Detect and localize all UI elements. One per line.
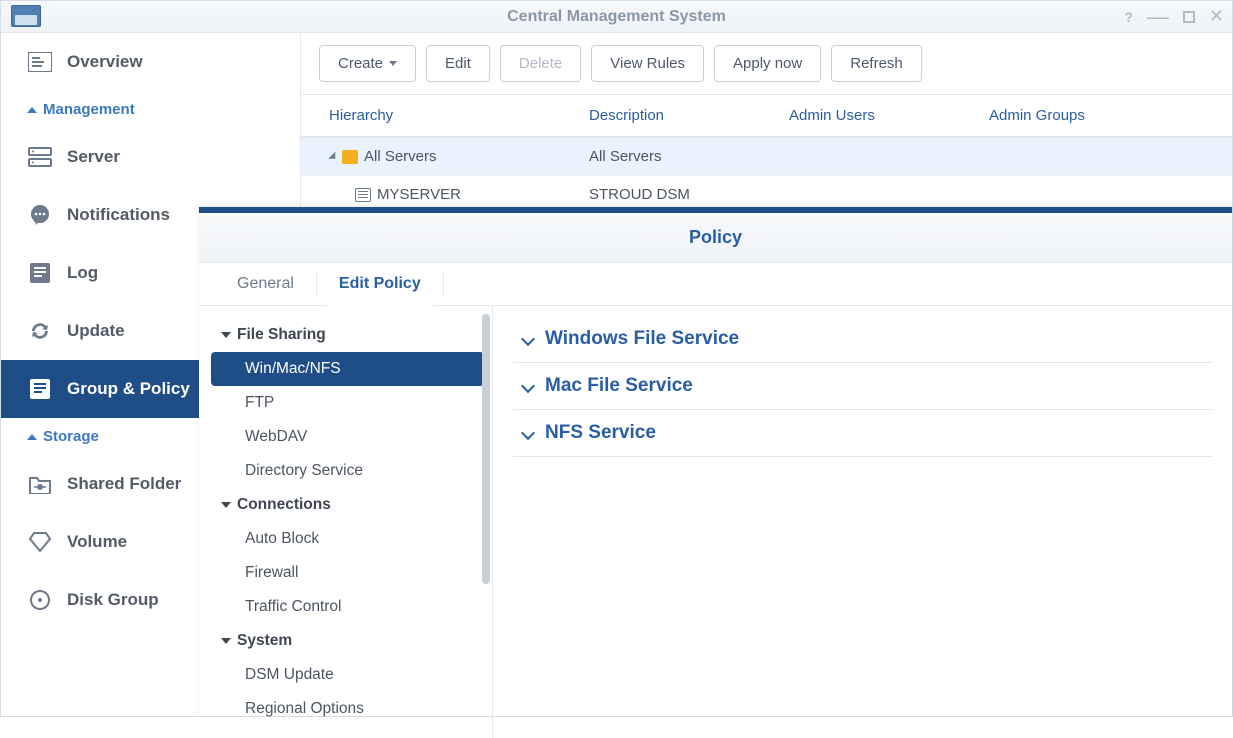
close-icon[interactable]: ✕ bbox=[1209, 6, 1224, 27]
server-node-icon bbox=[355, 188, 371, 202]
refresh-button[interactable]: Refresh bbox=[831, 45, 922, 82]
apply-now-button[interactable]: Apply now bbox=[714, 45, 821, 82]
grid-header: Hierarchy Description Admin Users Admin … bbox=[301, 95, 1232, 138]
sidebar-item-label: Shared Folder bbox=[67, 474, 181, 494]
maximize-icon[interactable] bbox=[1183, 11, 1195, 23]
scrollbar[interactable] bbox=[482, 314, 490, 584]
tree-group-system[interactable]: System bbox=[211, 624, 484, 658]
log-icon bbox=[27, 262, 53, 284]
volume-icon bbox=[27, 531, 53, 553]
policy-settings: Windows File Service Mac File Service NF… bbox=[493, 306, 1232, 738]
tab-general[interactable]: General bbox=[215, 263, 316, 305]
delete-button: Delete bbox=[500, 45, 581, 82]
column-description[interactable]: Description bbox=[579, 103, 779, 128]
column-admin-groups[interactable]: Admin Groups bbox=[979, 103, 1179, 128]
caret-down-icon bbox=[221, 502, 231, 508]
table-row[interactable]: All Servers All Servers bbox=[301, 138, 1232, 176]
caret-down-icon bbox=[221, 332, 231, 338]
sidebar-item-label: Volume bbox=[67, 532, 127, 552]
accordion-nfs-service[interactable]: NFS Service bbox=[513, 410, 1212, 457]
sidebar-item-label: Server bbox=[67, 147, 120, 167]
accordion-windows-file-service[interactable]: Windows File Service bbox=[513, 316, 1212, 363]
shared-folder-icon bbox=[27, 473, 53, 495]
policy-tree: File Sharing Win/Mac/NFS FTP WebDAV Dire… bbox=[199, 306, 493, 738]
folder-icon bbox=[342, 150, 358, 164]
tree-leaf-regional-options[interactable]: Regional Options bbox=[211, 692, 484, 726]
chat-icon bbox=[27, 204, 53, 226]
caret-up-icon bbox=[27, 434, 37, 440]
disk-icon bbox=[27, 589, 53, 611]
tree-leaf-auto-block[interactable]: Auto Block bbox=[211, 522, 484, 556]
tree-toggle-icon[interactable] bbox=[328, 151, 339, 162]
tree-leaf-firewall[interactable]: Firewall bbox=[211, 556, 484, 590]
sidebar-section-label: Storage bbox=[43, 428, 99, 445]
help-icon[interactable]: ? bbox=[1124, 9, 1133, 25]
server-icon bbox=[27, 146, 53, 168]
sidebar-item-label: Log bbox=[67, 263, 98, 283]
column-admin-users[interactable]: Admin Users bbox=[779, 103, 979, 128]
sidebar-item-label: Notifications bbox=[67, 205, 170, 225]
sidebar-section-label: Management bbox=[43, 101, 135, 118]
policy-panel-title: Policy bbox=[689, 227, 742, 247]
chevron-down-icon bbox=[389, 61, 397, 66]
sidebar-section-management[interactable]: Management bbox=[1, 91, 300, 128]
accordion-mac-file-service[interactable]: Mac File Service bbox=[513, 363, 1212, 410]
tree-leaf-traffic-control[interactable]: Traffic Control bbox=[211, 590, 484, 624]
window-title: Central Management System bbox=[507, 8, 726, 26]
toolbar: Create Edit Delete View Rules Apply now … bbox=[301, 33, 1232, 95]
policy-panel-header: Policy bbox=[199, 213, 1232, 263]
app-window: Central Management System ? — ✕ Overview… bbox=[0, 0, 1233, 717]
cell-hierarchy: MYSERVER bbox=[377, 186, 461, 203]
sidebar-item-label: Update bbox=[67, 321, 125, 341]
policy-icon bbox=[27, 378, 53, 400]
tree-leaf-webdav[interactable]: WebDAV bbox=[211, 420, 484, 454]
tree-leaf-dsm-update[interactable]: DSM Update bbox=[211, 658, 484, 692]
chevron-down-icon bbox=[521, 426, 535, 440]
caret-down-icon bbox=[221, 638, 231, 644]
view-rules-button[interactable]: View Rules bbox=[591, 45, 704, 82]
cell-description: All Servers bbox=[579, 144, 779, 169]
sidebar-item-label: Group & Policy bbox=[67, 379, 190, 399]
overview-icon bbox=[27, 51, 53, 73]
column-hierarchy[interactable]: Hierarchy bbox=[319, 103, 579, 128]
policy-panel: Policy General Edit Policy File Sharing … bbox=[199, 207, 1232, 716]
sidebar-item-label: Disk Group bbox=[67, 590, 159, 610]
sidebar-item-overview[interactable]: Overview bbox=[1, 33, 300, 91]
tree-leaf-directory-service[interactable]: Directory Service bbox=[211, 454, 484, 488]
tab-edit-policy[interactable]: Edit Policy bbox=[317, 263, 443, 305]
tree-group-connections[interactable]: Connections bbox=[211, 488, 484, 522]
create-button[interactable]: Create bbox=[319, 45, 416, 82]
titlebar: Central Management System ? — ✕ bbox=[1, 1, 1232, 33]
cell-description: STROUD DSM bbox=[579, 182, 779, 207]
refresh-icon bbox=[27, 320, 53, 342]
sidebar-item-label: Overview bbox=[67, 52, 143, 72]
tree-leaf-ftp[interactable]: FTP bbox=[211, 386, 484, 420]
chevron-down-icon bbox=[521, 332, 535, 346]
tree-group-file-sharing[interactable]: File Sharing bbox=[211, 318, 484, 352]
tree-leaf-win-mac-nfs[interactable]: Win/Mac/NFS bbox=[211, 352, 484, 386]
caret-up-icon bbox=[27, 107, 37, 113]
app-icon bbox=[11, 5, 41, 27]
chevron-down-icon bbox=[521, 379, 535, 393]
edit-button[interactable]: Edit bbox=[426, 45, 490, 82]
cell-hierarchy: All Servers bbox=[364, 148, 437, 165]
policy-tabs: General Edit Policy bbox=[199, 263, 1232, 306]
sidebar-item-server[interactable]: Server bbox=[1, 128, 300, 186]
